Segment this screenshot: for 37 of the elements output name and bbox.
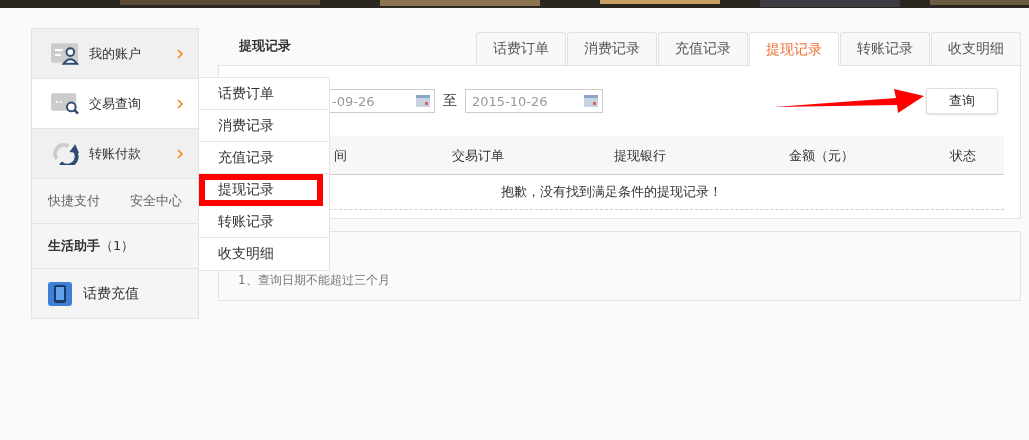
chevron-right-icon xyxy=(177,98,183,109)
query-button[interactable]: 查询 xyxy=(926,88,998,114)
chevron-right-icon xyxy=(177,48,183,59)
column-header: 状态 xyxy=(950,147,976,165)
sidebar-item[interactable]: 转账付款 xyxy=(32,129,198,179)
column-header: 金额（元） xyxy=(789,147,854,165)
sidebar-link[interactable]: 快捷支付 xyxy=(48,192,100,210)
column-header: 交易订单 xyxy=(452,147,504,165)
menu-item[interactable]: 充值记录 xyxy=(199,142,329,174)
refresh-icon xyxy=(51,142,80,165)
chevron-right-icon xyxy=(177,148,183,159)
tab[interactable]: 话费订单 xyxy=(476,32,566,65)
search-icon xyxy=(51,92,80,115)
menu-item[interactable]: 转账记录 xyxy=(199,206,329,238)
note-text: 1、查询日期不能超过三个月 xyxy=(238,272,391,289)
tab[interactable]: 收支明细 xyxy=(931,32,1021,65)
column-header: 间 xyxy=(334,147,347,165)
tablet-icon xyxy=(48,281,72,306)
menu-item[interactable]: 消费记录 xyxy=(199,110,329,142)
sidebar-link[interactable]: 安全中心 xyxy=(130,192,182,210)
menu-item[interactable]: 话费订单 xyxy=(199,78,329,110)
tab[interactable]: 消费记录 xyxy=(567,32,657,65)
calendar-icon xyxy=(584,95,598,107)
date-separator: 至 xyxy=(443,92,457,110)
calendar-icon xyxy=(416,95,430,107)
column-header: 提现银行 xyxy=(614,147,666,165)
section-count: （1） xyxy=(100,237,135,255)
menu-item[interactable]: 收支明细 xyxy=(199,238,329,270)
id-card-icon xyxy=(51,42,80,65)
menu-item[interactable]: 提现记录 xyxy=(199,174,323,206)
sidebar-item[interactable]: 交易查询 xyxy=(32,79,198,129)
section-title: 生活助手 xyxy=(48,237,100,255)
tab[interactable]: 充值记录 xyxy=(658,32,748,65)
sidebar-item[interactable]: 我的账户 xyxy=(32,29,198,79)
tab[interactable]: 转账记录 xyxy=(840,32,930,65)
page-title: 提现记录 xyxy=(238,36,291,55)
app-item[interactable]: 话费充值 xyxy=(32,269,198,318)
